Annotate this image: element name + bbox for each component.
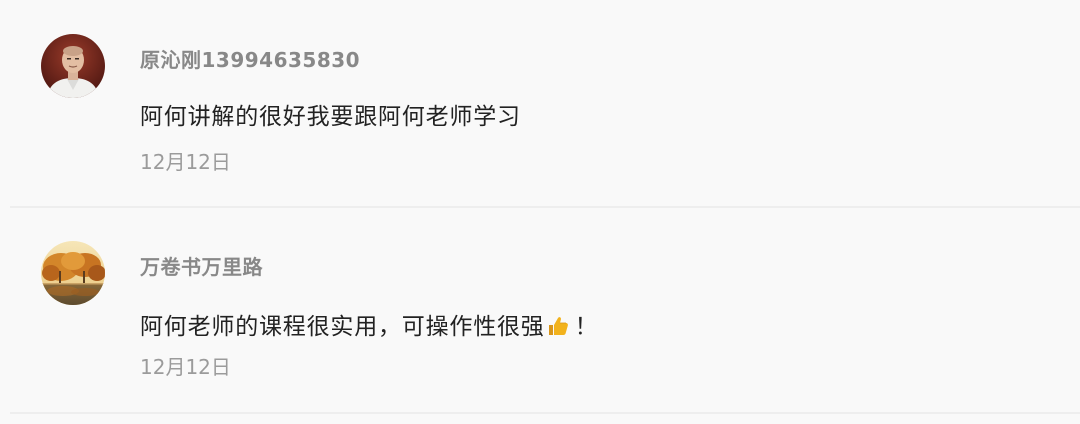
comments-list: 原沁刚13994635830 阿何讲解的很好我要跟阿何老师学习 12月12日 万… (0, 0, 1080, 424)
person-portrait-icon (41, 34, 105, 98)
divider (10, 412, 1080, 414)
avatar[interactable] (41, 241, 105, 305)
comment-date: 12月12日 (140, 355, 231, 379)
autumn-tree-landscape-icon (41, 241, 105, 305)
comment-text: 阿何老师的课程很实用，可操作性很强 ！ (140, 307, 598, 343)
comment-text-main: 阿何老师的课程很实用，可操作性很强 (140, 314, 545, 340)
thumbs-up-icon (547, 315, 569, 343)
username[interactable]: 原沁刚13994635830 (140, 44, 360, 73)
comment-item: 原沁刚13994635830 阿何讲解的很好我要跟阿何老师学习 12月12日 (0, 0, 1080, 207)
username[interactable]: 万卷书万里路 (140, 251, 263, 280)
comment-item: 万卷书万里路 阿何老师的课程很实用，可操作性很强 ！ 12月12日 (0, 208, 1080, 414)
comment-text: 阿何讲解的很好我要跟阿何老师学习 (140, 104, 521, 130)
comment-date: 12月12日 (140, 150, 231, 174)
avatar[interactable] (41, 34, 105, 98)
comment-text-end: ！ (574, 314, 599, 340)
